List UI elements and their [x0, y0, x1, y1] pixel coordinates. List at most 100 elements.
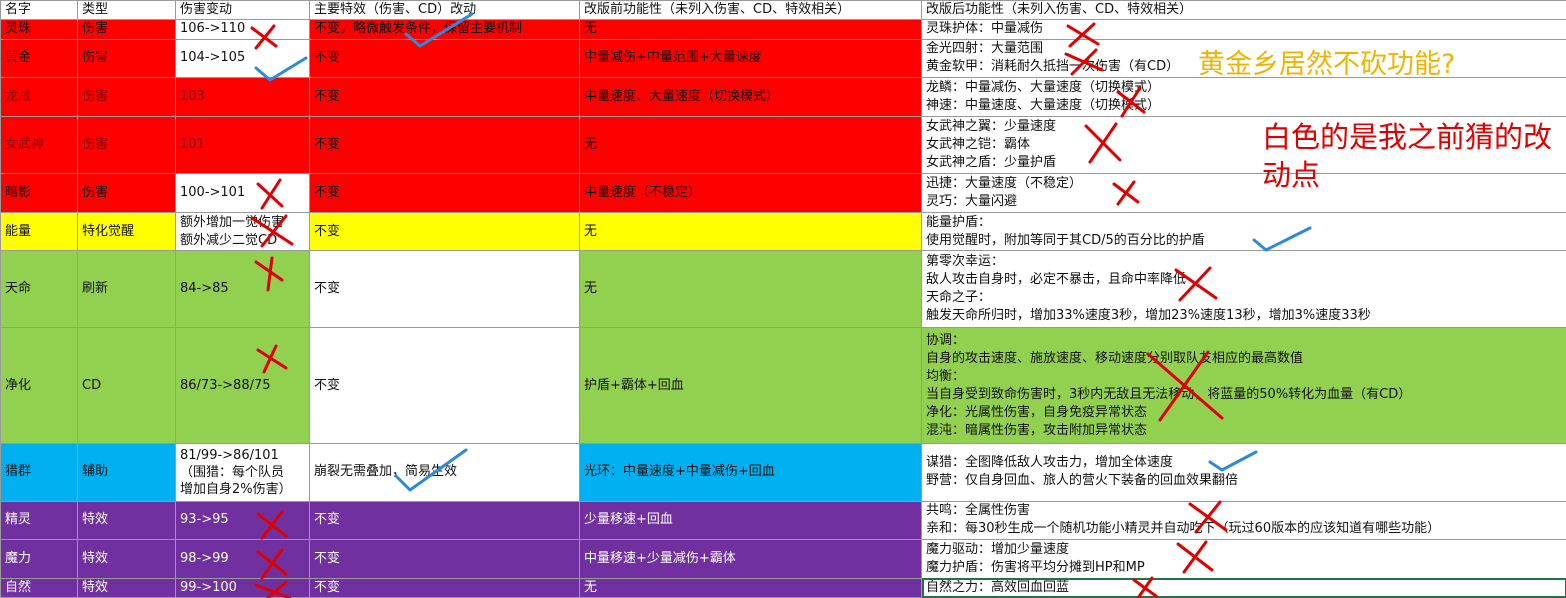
cell-effect[interactable]: 不变 [309, 77, 580, 117]
cell-before[interactable]: 光环：中量速度+中量减伤+回血 [579, 442, 922, 502]
header-cell-after[interactable]: 改版后功能性（未列入伤害、CD、特效相关） [921, 0, 1566, 21]
cell-damage[interactable]: 100->101 [175, 173, 310, 213]
cell-name[interactable]: 精灵 [0, 500, 78, 541]
cell-before[interactable]: 中量移速+少量减伤+霸体 [579, 539, 922, 579]
cell-after[interactable]: 魔力驱动：增加少量速度 魔力护盾：伤害将平均分摊到HP和MP [921, 539, 1566, 579]
table-row: 能量 特化觉醒 额外增加一觉伤害 额外减少二觉CD 不变 无 能量护盾： 使用觉… [0, 211, 1566, 252]
cell-after[interactable]: 自然之力：高效回血回蓝 [921, 577, 1566, 598]
cell-damage[interactable]: 93->95 [175, 500, 310, 541]
cell-after[interactable]: 谋猎：全图降低敌人攻击力，增加全体速度 野营：仅自身回血、旅人的营火下装备的回血… [921, 442, 1566, 502]
cell-before[interactable]: 中量减伤+中量范围+大量速度 [579, 38, 922, 79]
cell-effect[interactable]: 不变 [309, 211, 580, 252]
cell-before[interactable]: 中量速度（不稳定） [579, 173, 922, 213]
cell-name[interactable]: 魔力 [0, 539, 78, 579]
cell-effect[interactable]: 不变 [309, 327, 580, 444]
cell-type[interactable]: 伤害 [77, 19, 176, 40]
cell-before[interactable]: 无 [579, 250, 922, 329]
cell-effect[interactable]: 不变 [309, 115, 580, 175]
cell-damage[interactable]: 81/99->86/101 （围猎：每个队员 增加自身2%伤害） [175, 442, 310, 502]
cell-damage[interactable]: 额外增加一觉伤害 额外减少二觉CD [175, 211, 310, 252]
cell-damage[interactable]: 86/73->88/75 [175, 327, 310, 444]
cell-damage[interactable]: 106->110 [175, 19, 310, 40]
cell-damage[interactable]: 84->85 [175, 250, 310, 329]
cell-name[interactable]: 暗影 [0, 173, 78, 213]
cell-after[interactable]: 第零次幸运： 敌人攻击自身时，必定不暴击，且命中率降低 天命之子： 触发天命所归… [921, 250, 1566, 329]
cell-name[interactable]: 自然 [0, 577, 78, 598]
cell-damage[interactable]: 101 [175, 115, 310, 175]
damage-line: 额外减少二觉CD [180, 232, 278, 248]
cell-type[interactable]: 伤害 [77, 115, 176, 175]
cell-before[interactable]: 中量速度、大量速度（切换模式） [579, 77, 922, 117]
cell-type[interactable]: CD [77, 327, 176, 444]
table-row: 净化 CD 86/73->88/75 不变 护盾+霸体+回血 协调： 自身的攻击… [0, 327, 1566, 444]
cell-name[interactable]: 灵珠 [0, 19, 78, 40]
cell-before[interactable]: 无 [579, 115, 922, 175]
header-cell-type[interactable]: 类型 [77, 0, 176, 21]
after-line: 当自身受到致命伤害时，3秒内无敌且无法移动，将蓝量的50%转化为血量（有CD） [926, 386, 1412, 402]
cell-type[interactable]: 特效 [77, 577, 176, 598]
after-line: 灵巧：大量闪避 [926, 194, 1018, 210]
cell-effect[interactable]: 崩裂无需叠加，简易生效 [309, 442, 580, 502]
cell-damage[interactable]: 99->100 [175, 577, 310, 598]
after-line: 野营：仅自身回血、旅人的营火下装备的回血效果翻倍 [926, 473, 1239, 489]
cell-before[interactable]: 护盾+霸体+回血 [579, 327, 922, 444]
damage-line: 额外增加一觉伤害 [180, 214, 285, 230]
cell-effect[interactable]: 不变 [309, 577, 580, 598]
after-line: 迅捷：大量速度（不稳定） [926, 176, 1083, 192]
cell-effect[interactable]: 不变 [309, 500, 580, 541]
table-row: 猎群 辅助 81/99->86/101 （围猎：每个队员 增加自身2%伤害） 崩… [0, 442, 1566, 502]
cell-name[interactable]: 女武神 [0, 115, 78, 175]
cell-after[interactable]: 协调： 自身的攻击速度、施放速度、移动速度分别取队友相应的最高数值 均衡： 当自… [921, 327, 1566, 444]
cell-before[interactable]: 少量移速+回血 [579, 500, 922, 541]
cell-effect[interactable]: 不变 [309, 173, 580, 213]
cell-damage[interactable]: 103 [175, 77, 310, 117]
cell-before[interactable]: 无 [579, 19, 922, 40]
cell-damage[interactable]: 104->105 [175, 38, 310, 79]
after-line: 触发天命所归时，增加33%速度3秒，增加23%速度13秒，增加3%速度33秒 [926, 308, 1371, 324]
after-line: 自身的攻击速度、施放速度、移动速度分别取队友相应的最高数值 [926, 350, 1304, 366]
table-row: 魔力 特效 98->99 不变 中量移速+少量减伤+霸体 魔力驱动：增加少量速度… [0, 539, 1566, 579]
after-line: 灵珠护体：中量减伤 [926, 21, 1044, 37]
cell-before[interactable]: 无 [579, 211, 922, 252]
after-line: 黄金软甲：消耗耐久抵挡一次伤害（有CD） [926, 59, 1180, 75]
cell-effect[interactable]: 不变 [309, 250, 580, 329]
cell-type[interactable]: 特效 [77, 539, 176, 579]
cell-type[interactable]: 辅助 [77, 442, 176, 502]
cell-name[interactable]: 黄金 [0, 38, 78, 79]
cell-type[interactable]: 特化觉醒 [77, 211, 176, 252]
cell-after[interactable]: 龙鳞：中量减伤、大量速度（切换模式） 神速：中量速度、大量速度（切换模式） [921, 77, 1566, 117]
after-line: 天命之子： [926, 290, 992, 306]
cell-effect[interactable]: 不变，略微触发条件，保留主要机制 [309, 19, 580, 40]
after-line: 女武神之翼：少量速度 [926, 118, 1057, 134]
cell-type[interactable]: 伤害 [77, 173, 176, 213]
after-line: 均衡： [926, 368, 966, 384]
cell-after[interactable]: 灵珠护体：中量减伤 [921, 19, 1566, 40]
header-row: 名字 类型 伤害变动 主要特效（伤害、CD）改动 改版前功能性（未列入伤害、CD… [0, 0, 1566, 21]
cell-after[interactable]: 能量护盾： 使用觉醒时，附加等同于其CD/5的百分比的护盾 [921, 211, 1566, 252]
cell-type[interactable]: 伤害 [77, 38, 176, 79]
cell-type[interactable]: 刷新 [77, 250, 176, 329]
header-cell-before[interactable]: 改版前功能性（未列入伤害、CD、特效相关） [579, 0, 922, 21]
cell-name[interactable]: 猎群 [0, 442, 78, 502]
header-cell-effect[interactable]: 主要特效（伤害、CD）改动 [309, 0, 580, 21]
cell-name[interactable]: 能量 [0, 211, 78, 252]
after-line: 协调： [926, 332, 966, 348]
cell-after[interactable]: 女武神之翼：少量速度 女武神之铠：霸体 女武神之盾：少量护盾 [921, 115, 1566, 175]
cell-after[interactable]: 金光四射：大量范围 黄金软甲：消耗耐久抵挡一次伤害（有CD） [921, 38, 1566, 79]
cell-damage[interactable]: 98->99 [175, 539, 310, 579]
after-line: 金光四射：大量范围 [926, 41, 1044, 57]
cell-name[interactable]: 龙战 [0, 77, 78, 117]
cell-after[interactable]: 共鸣：全属性伤害 亲和：每30秒生成一个随机功能小精灵并自动吃下（玩过60版本的… [921, 500, 1566, 541]
header-cell-name[interactable]: 名字 [0, 0, 78, 21]
cell-type[interactable]: 特效 [77, 500, 176, 541]
cell-effect[interactable]: 不变 [309, 38, 580, 79]
header-cell-damage[interactable]: 伤害变动 [175, 0, 310, 21]
cell-name[interactable]: 净化 [0, 327, 78, 444]
cell-effect[interactable]: 不变 [309, 539, 580, 579]
damage-line: （围猎：每个队员 [180, 464, 285, 480]
after-line: 谋猎：全图降低敌人攻击力，增加全体速度 [926, 455, 1174, 471]
cell-type[interactable]: 伤害 [77, 77, 176, 117]
cell-before[interactable]: 无 [579, 577, 922, 598]
cell-after[interactable]: 迅捷：大量速度（不稳定） 灵巧：大量闪避 [921, 173, 1566, 213]
cell-name[interactable]: 天命 [0, 250, 78, 329]
